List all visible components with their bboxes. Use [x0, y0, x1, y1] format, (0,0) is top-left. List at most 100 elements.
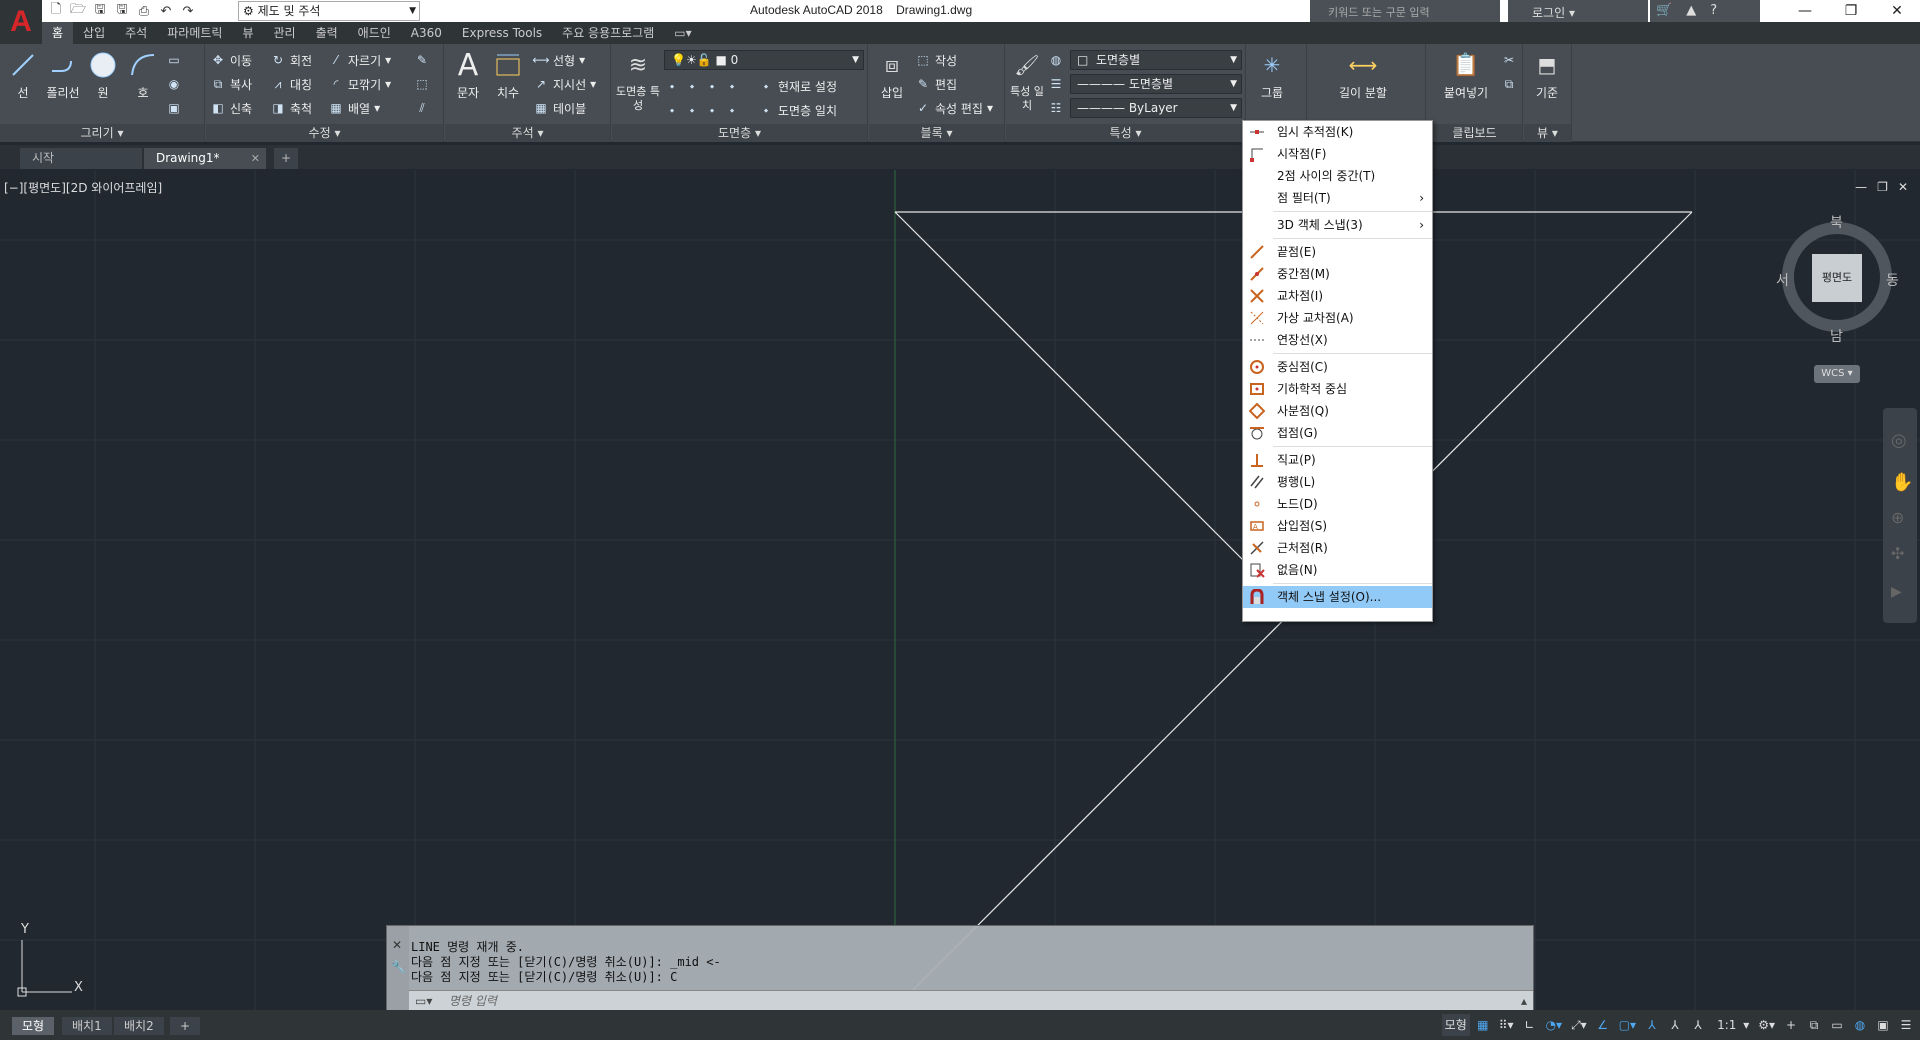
- modify-panel-title[interactable]: 수정 ▾: [206, 124, 443, 142]
- units-icon[interactable]: ⧉: [1804, 1014, 1824, 1036]
- match-properties-button[interactable]: 🖌 특성 일치: [1008, 50, 1046, 112]
- object-snap-tracking-icon[interactable]: ∠: [1593, 1014, 1613, 1036]
- add-layout-button[interactable]: +: [170, 1017, 201, 1035]
- annotation-panel-title[interactable]: 주석 ▾: [445, 124, 610, 142]
- copy-clip-icon[interactable]: ⧉: [1501, 74, 1517, 94]
- scale-readout[interactable]: 1:1 ▾: [1711, 1014, 1752, 1036]
- rectangle-icon[interactable]: ▭: [166, 50, 182, 70]
- layout-tab-1[interactable]: 배치1: [62, 1017, 112, 1035]
- osnap-menu-item[interactable]: 가상 교차점(A): [1243, 307, 1432, 329]
- layout-tab-2[interactable]: 배치2: [114, 1017, 164, 1035]
- help-icon[interactable]: ?: [1710, 3, 1717, 19]
- ribbon-tab[interactable]: 뷰: [232, 22, 263, 44]
- showmotion-icon[interactable]: ▶: [1891, 584, 1902, 600]
- viewport-label[interactable]: [−][평면도][2D 와이어프레임]: [4, 179, 162, 196]
- command-input[interactable]: ▭▾ 명령 입력 ▴: [409, 990, 1533, 1010]
- base-view-button[interactable]: ⬒ 기준: [1528, 50, 1566, 101]
- osnap-menu-item[interactable]: 직교(P): [1243, 449, 1432, 471]
- ribbon-more-icon[interactable]: ▭▾: [664, 22, 701, 44]
- vp-restore-icon[interactable]: ❐: [1877, 180, 1888, 194]
- linetype-combo[interactable]: ———— 도면층별 ▼: [1070, 74, 1242, 94]
- rotate-button[interactable]: ↻ 회전: [270, 50, 312, 70]
- draw-panel-title[interactable]: 그리기 ▾: [0, 124, 204, 142]
- osnap-menu-item[interactable]: 접점(G): [1243, 422, 1432, 444]
- doc-tab-start[interactable]: 시작: [20, 148, 142, 169]
- ribbon-tab[interactable]: 출력: [306, 22, 348, 44]
- ortho-icon[interactable]: ∟: [1520, 1014, 1540, 1036]
- ribbon-tab[interactable]: 주석: [115, 22, 157, 44]
- workspace-select[interactable]: ⚙ 제도 및 주석 ▼: [238, 1, 420, 21]
- make-current-button[interactable]: ⬩ 현재로 설정: [758, 76, 837, 96]
- fillet-button[interactable]: ◜ 모깎기 ▾: [328, 74, 391, 94]
- osnap-menu-item[interactable]: 교차점(I): [1243, 285, 1432, 307]
- close-tab-icon[interactable]: ✕: [251, 148, 260, 169]
- create-block-button[interactable]: ⬚ 작성: [915, 50, 957, 70]
- search-input[interactable]: 키워드 또는 구문 입력: [1310, 0, 1500, 22]
- scale-button[interactable]: ◨ 축척: [270, 98, 312, 118]
- osnap-menu-item[interactable]: 없음(N): [1243, 559, 1432, 581]
- exchange-icon[interactable]: ▲: [1686, 3, 1696, 19]
- properties-panel-title[interactable]: 특성 ▾: [1006, 124, 1245, 142]
- wcs-menu[interactable]: WCS ▾: [1814, 365, 1860, 383]
- table-button[interactable]: ▦ 테이블: [533, 98, 586, 118]
- measure-button[interactable]: ⟷ 길이 분할: [1328, 50, 1398, 101]
- match-layer-button[interactable]: ⬩ 도면층 일치: [758, 100, 837, 120]
- clipboard-panel-title[interactable]: 클립보드: [1427, 124, 1522, 142]
- ribbon-tab[interactable]: 애드인: [348, 22, 401, 44]
- customize-status-icon[interactable]: ☰: [1896, 1014, 1916, 1036]
- command-customize-icon[interactable]: 🔧: [391, 960, 406, 974]
- arc-button[interactable]: 호: [124, 50, 162, 101]
- object-snap-icon[interactable]: ▢▾: [1616, 1014, 1639, 1036]
- compass-west[interactable]: 서: [1776, 270, 1789, 290]
- annotation-visibility-icon[interactable]: ⅄: [1642, 1014, 1662, 1036]
- diagonal-line-1[interactable]: [894, 211, 1246, 563]
- save-icon[interactable]: 🖫: [92, 2, 108, 19]
- osnap-menu-item[interactable]: 기하학적 중심: [1243, 378, 1432, 400]
- osnap-menu-item[interactable]: 시작점(F): [1243, 143, 1432, 165]
- open-icon[interactable]: 🗁: [70, 2, 86, 19]
- leader-button[interactable]: ↗ 지시선 ▾: [533, 74, 596, 94]
- line-button[interactable]: 선: [4, 50, 42, 101]
- edit-block-button[interactable]: ✎ 편집: [915, 74, 957, 94]
- undo-icon[interactable]: ↶: [158, 3, 174, 19]
- compass-north[interactable]: 북: [1830, 212, 1843, 232]
- new-tab-button[interactable]: +: [274, 148, 298, 169]
- osnap-menu-item[interactable]: 점 필터(T) ›: [1243, 187, 1432, 209]
- command-close-icon[interactable]: ✕: [392, 938, 402, 952]
- block-panel-title[interactable]: 블록 ▾: [869, 124, 1004, 142]
- layer-tools-row1[interactable]: ⬩ ⬩ ⬩ ⬩: [664, 76, 740, 96]
- hatch-icon[interactable]: ◉: [166, 74, 182, 94]
- new-icon[interactable]: 🗋: [48, 2, 64, 19]
- erase-icon[interactable]: ✎: [414, 50, 430, 70]
- move-button[interactable]: ✥ 이동: [210, 50, 252, 70]
- polar-icon[interactable]: ◔▾: [1543, 1014, 1566, 1036]
- circle-button[interactable]: 원: [84, 50, 122, 101]
- view-panel-title[interactable]: 뷰 ▾: [1524, 124, 1571, 142]
- layer-tools-row2[interactable]: ⬩ ⬩ ⬩ ⬩: [664, 100, 740, 120]
- ribbon-tab[interactable]: A360: [401, 22, 452, 44]
- steering-wheel-icon[interactable]: ◎: [1891, 430, 1907, 451]
- compass-east[interactable]: 동: [1886, 270, 1899, 290]
- offset-icon[interactable]: ⫽: [414, 98, 430, 118]
- minimize-icon[interactable]: —: [1782, 0, 1828, 22]
- redo-icon[interactable]: ↷: [180, 3, 196, 19]
- doc-tab-drawing1[interactable]: Drawing1* ✕: [144, 148, 266, 169]
- quick-properties-icon[interactable]: ▭: [1827, 1014, 1847, 1036]
- osnap-menu-item[interactable]: 사분점(Q): [1243, 400, 1432, 422]
- viewcube-face[interactable]: 평면도: [1812, 254, 1862, 302]
- pan-icon[interactable]: ✋: [1891, 472, 1913, 493]
- vp-minimize-icon[interactable]: —: [1855, 180, 1867, 194]
- paste-button[interactable]: 📋 붙여넣기: [1437, 50, 1495, 101]
- layout-tab-model[interactable]: 모형: [12, 1017, 55, 1035]
- layer-properties-button[interactable]: ≋ 도면층 특성: [616, 50, 660, 113]
- boundary-icon[interactable]: ▣: [166, 98, 182, 118]
- osnap-menu-item[interactable]: 끝점(E): [1243, 241, 1432, 263]
- osnap-menu-item[interactable]: 3D 객체 스냅(3) ›: [1243, 214, 1432, 236]
- osnap-menu-item[interactable]: 중간점(M): [1243, 263, 1432, 285]
- login-button[interactable]: 로그인 ▾: [1508, 0, 1648, 22]
- command-prompt-icon[interactable]: ▭▾: [415, 991, 432, 1011]
- group-button[interactable]: ✳ 그룹: [1253, 50, 1291, 101]
- drawing-canvas[interactable]: [0, 170, 1920, 1010]
- snap-icon[interactable]: ⠿▾: [1496, 1014, 1517, 1036]
- model-space-button[interactable]: 모형: [1441, 1014, 1470, 1036]
